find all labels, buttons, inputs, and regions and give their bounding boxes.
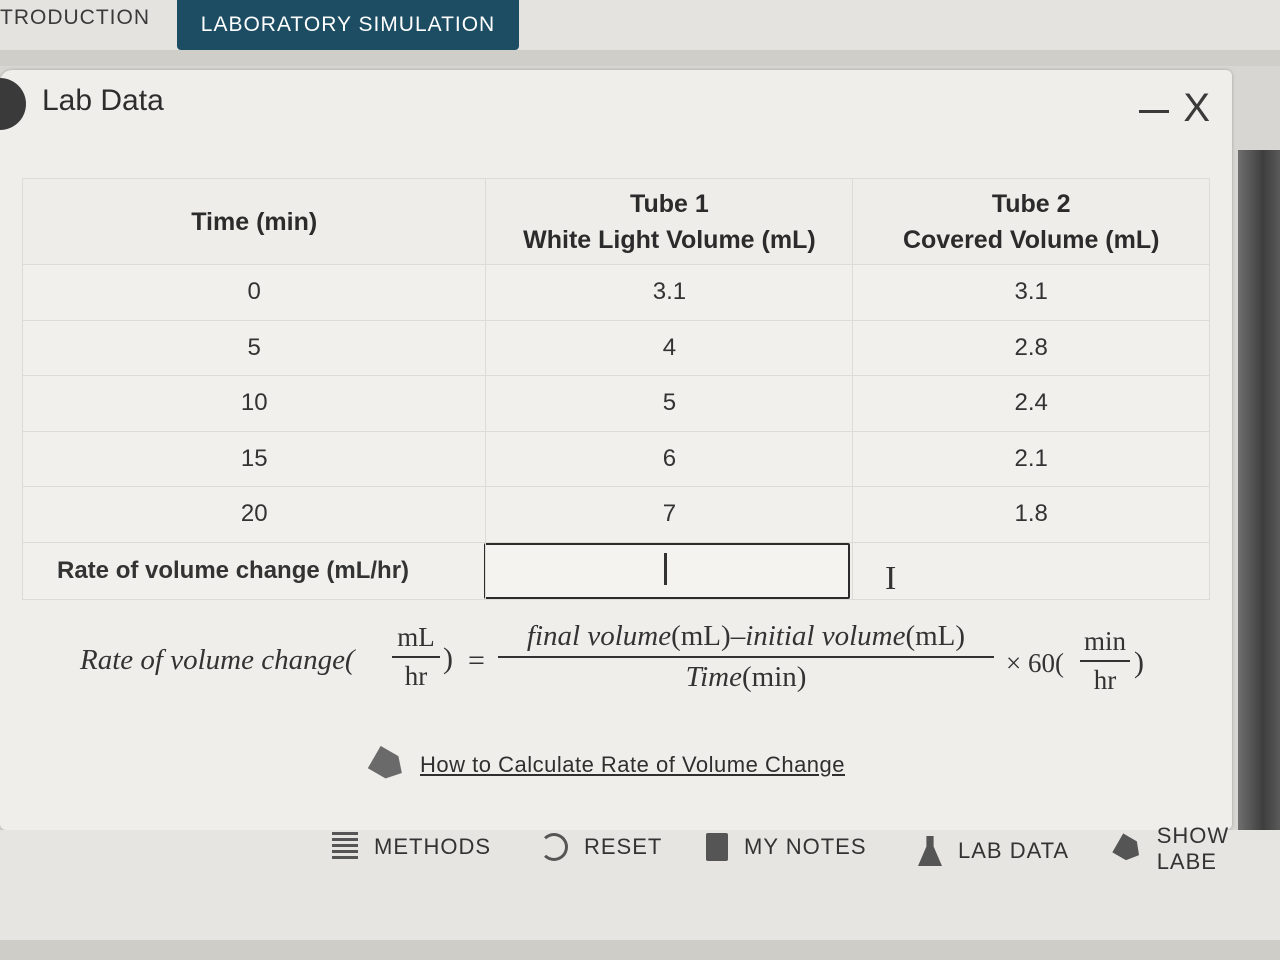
formula-rhs-num: min xyxy=(1083,626,1126,656)
my-notes-button[interactable]: MY NOTES xyxy=(706,830,867,864)
header-tube2-title: Tube 2 xyxy=(991,189,1071,218)
formula-rhs-units: min hr xyxy=(1080,626,1130,696)
formula-minus: – xyxy=(730,620,746,652)
show-labels-button[interactable]: SHOW LABE xyxy=(1116,823,1280,874)
formula-paren: ) xyxy=(443,642,453,675)
show-labels-label: SHOW LABE xyxy=(1156,823,1230,874)
table-row: 0 3.1 3.1 xyxy=(21,264,1210,321)
rate-input[interactable] xyxy=(484,542,851,599)
help-link-text[interactable]: How to Calculate Rate of Volume Change xyxy=(420,752,845,778)
methods-button[interactable]: METHODS xyxy=(332,830,491,864)
formula-rhs-den: hr xyxy=(1093,664,1117,695)
background-edge xyxy=(1238,150,1280,830)
formula-unit-ml-2: (mL) xyxy=(905,620,966,652)
cell-time: 20 xyxy=(21,486,487,543)
bottom-edge xyxy=(0,940,1280,960)
cell-tube1: 6 xyxy=(485,430,854,487)
cell-time: 15 xyxy=(21,430,487,487)
fraction-bar xyxy=(498,656,994,658)
cell-time: 10 xyxy=(21,375,487,432)
rate-input-cell xyxy=(484,541,854,600)
formula-time: Time xyxy=(685,660,742,693)
rate-formula: Rate of volume change( mL hr ) = final v… xyxy=(80,620,1160,710)
tag-icon xyxy=(1112,833,1144,864)
formula-unit-ml: (mL) xyxy=(671,620,731,652)
text-caret xyxy=(664,553,667,585)
fraction-bar xyxy=(1080,660,1130,662)
table-row: 15 6 2.1 xyxy=(21,430,1210,487)
formula-main-fraction: final volume(mL)–initial volume(mL) Time… xyxy=(498,620,994,694)
table-header-row: Time (min) Tube 1 White Light Volume (mL… xyxy=(21,178,1210,265)
formula-paren: ) xyxy=(1134,646,1144,679)
reset-label: RESET xyxy=(584,834,663,859)
table-row: 10 5 2.4 xyxy=(21,375,1210,432)
panel-controls: X xyxy=(1139,88,1210,128)
tab-laboratory-simulation[interactable]: LABORATORY SIMULATION xyxy=(177,0,519,50)
cell-tube2: 3.1 xyxy=(852,264,1210,321)
lab-data-label: LAB DATA xyxy=(958,838,1070,863)
rate-label: Rate of volume change (mL/hr) xyxy=(21,541,487,600)
panel-badge-icon xyxy=(0,78,26,130)
header-tube1-title: Tube 1 xyxy=(630,189,709,218)
cell-tube2: 2.1 xyxy=(852,430,1210,487)
header-tube1-subtitle: White Light Volume (mL) xyxy=(523,225,816,254)
cell-time: 5 xyxy=(21,319,487,376)
close-icon[interactable]: X xyxy=(1183,88,1210,128)
formula-final-volume: final volume xyxy=(526,620,672,652)
notes-icon xyxy=(706,833,728,861)
cell-tube1: 7 xyxy=(485,486,854,543)
header-tube2-subtitle: Covered Volume (mL) xyxy=(902,225,1160,254)
formula-times: × 60( xyxy=(1006,648,1064,678)
minimize-icon[interactable] xyxy=(1139,109,1170,113)
bottom-toolbar: METHODS RESET MY NOTES LAB DATA SHOW LAB… xyxy=(0,823,1280,940)
cell-tube2: 2.4 xyxy=(852,375,1210,432)
cell-tube2: 1.8 xyxy=(852,486,1210,543)
flask-icon xyxy=(918,836,942,866)
tab-introduction[interactable]: TRODUCTION xyxy=(0,6,150,36)
cell-tube1: 5 xyxy=(485,375,854,432)
table-row: 20 7 1.8 xyxy=(21,486,1210,543)
formula-lhs-units: mL hr xyxy=(392,622,440,692)
panel-title: Lab Data xyxy=(42,84,164,117)
header-tube2: Tube 2 Covered Volume (mL) xyxy=(852,178,1210,265)
cell-tube2: 2.8 xyxy=(852,319,1210,376)
lab-data-button[interactable]: LAB DATA xyxy=(918,834,1069,868)
formula-lhs: Rate of volume change( xyxy=(80,644,355,676)
formula-initial-volume: initial volume xyxy=(745,620,906,652)
table-row: 5 4 2.8 xyxy=(21,319,1210,376)
cell-tube1: 4 xyxy=(485,319,854,376)
header-tube1: Tube 1 White Light Volume (mL) xyxy=(485,178,854,265)
rate-row: Rate of volume change (mL/hr) xyxy=(21,541,1210,600)
methods-label: METHODS xyxy=(374,834,491,859)
formula-lhs-num: mL xyxy=(397,622,435,652)
reset-button[interactable]: RESET xyxy=(540,830,662,864)
rate-empty-cell xyxy=(852,541,1210,600)
lab-data-panel: Lab Data X Time (min) Tube 1 White Light… xyxy=(0,70,1232,830)
formula-lhs-den: hr xyxy=(404,660,428,691)
tab-underline xyxy=(0,50,1280,66)
my-notes-label: MY NOTES xyxy=(744,834,867,859)
methods-icon xyxy=(332,832,358,862)
reset-icon xyxy=(540,833,568,861)
lab-data-table: Time (min) Tube 1 White Light Volume (mL… xyxy=(21,178,1210,600)
formula-numerator: final volume(mL)–initial volume(mL) xyxy=(498,620,994,653)
cell-time: 0 xyxy=(21,264,487,321)
fraction-bar xyxy=(392,656,440,658)
cell-tube1: 3.1 xyxy=(485,264,854,321)
formula-denominator: Time(min) xyxy=(498,661,994,694)
help-link[interactable]: How to Calculate Rate of Volume Change xyxy=(372,752,845,778)
header-time: Time (min) xyxy=(21,178,487,265)
header-time-label: Time (min) xyxy=(191,207,318,236)
formula-equals: = xyxy=(468,644,485,677)
ibeam-cursor-icon: I xyxy=(885,560,897,597)
formula-unit-min: (min) xyxy=(741,660,807,693)
